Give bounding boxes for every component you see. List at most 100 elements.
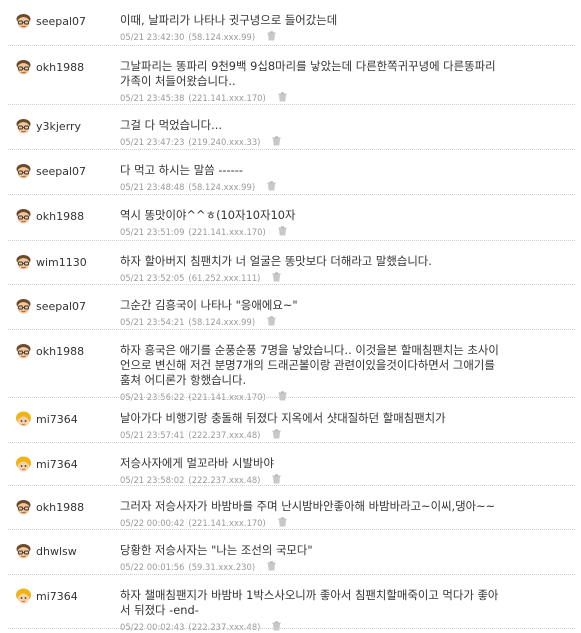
username[interactable]: okh1988: [36, 501, 84, 514]
delete-comment-icon[interactable]: [272, 136, 281, 148]
username[interactable]: okh1988: [36, 210, 84, 223]
comment-meta: 05/22 00:00:42 (221.141.xxx.170): [120, 517, 572, 529]
comment-timestamp: 05/21 23:48:48: [120, 182, 185, 192]
avatar-icon[interactable]: [15, 588, 32, 605]
comment-body: 당황한 저승사자는 "나는 조선의 국모다" 05/22 00:01:56 (59.…: [120, 543, 572, 573]
comment-body: 그순간 김흥국이 나타나 "응애에요~" 05/21 23:54:21 (58.12…: [120, 298, 572, 328]
username[interactable]: seepal07: [36, 165, 86, 178]
comment-ip: (221.141.xxx.170): [188, 227, 266, 237]
comment-body: 하자 할아버지 침팬치가 너 얼굴은 똥맛보다 더해라고 말했습니다. 05/21…: [120, 254, 572, 284]
username[interactable]: okh1988: [36, 345, 84, 358]
comment-timestamp: 05/21 23:58:02: [120, 475, 185, 485]
comment-meta: 05/21 23:47:23 (219.240.xxx.33): [120, 136, 572, 148]
username[interactable]: mi7364: [36, 458, 78, 471]
delete-comment-icon[interactable]: [278, 92, 287, 104]
username[interactable]: wim1130: [36, 256, 87, 269]
username[interactable]: y3kjerry: [36, 120, 81, 133]
comment-meta: 05/21 23:57:41 (222.237.xxx.48): [120, 429, 572, 441]
comment-body: 하자 흥국은 애기를 순풍순풍 7명을 낳았습니다.. 이것을본 할매침팬치는 …: [120, 343, 572, 403]
comment-meta: 05/22 00:02:43 (222.237.xxx.48): [120, 621, 572, 633]
comment-body: 이때, 날파리가 나타나 귓구녕으로 들어갔는데 05/21 23:42:30 (5…: [120, 13, 572, 43]
comment-text: 이때, 날파리가 나타나 귓구녕으로 들어갔는데: [120, 13, 338, 27]
avatar-icon[interactable]: [15, 456, 32, 473]
comment-body: 역시 똥맛이야^^ㅎ(10자10자10자 05/21 23:51:09 (221.1…: [120, 208, 572, 238]
comment-body: 그러자 저승사자가 바밤바를 주며 난시밤바안좋아해 바밤바라고~이씨,댕아~~…: [120, 499, 572, 529]
comment-timestamp: 05/21 23:42:30: [120, 32, 185, 42]
comment-body: 저승사자에게 멀꼬라바 시발바야 05/21 23:58:02 (222.237.x…: [120, 456, 572, 486]
comment-row: dhwlsw 당황한 저승사자는 "나는 조선의 국모다" 05/22 00:01:…: [0, 530, 581, 575]
comment-list: seepal07 이때, 날파리가 나타나 귓구녕으로 들어갔는데 05/21 23…: [0, 0, 581, 632]
comment-meta: 05/22 00:01:56 (59.31.xxx.230): [120, 561, 572, 573]
comment-text: 하자 흥국은 애기를 순풍순풍 7명을 낳았습니다.. 이것을본 할매침팬치는 …: [120, 343, 499, 387]
comment-body: 그날파리는 똥파리 9천9백 9십8마리를 낳았는데 다른한쪽귀꾸녕에 다른똥파…: [120, 59, 572, 104]
comment-body: 그걸 다 먹었습니다... 05/21 23:47:23 (219.240.xxx.…: [120, 118, 572, 148]
username[interactable]: mi7364: [36, 413, 78, 426]
comment-ip: (221.141.xxx.170): [188, 93, 266, 103]
avatar-icon[interactable]: [15, 13, 32, 30]
delete-comment-icon[interactable]: [278, 226, 287, 238]
comment-row: seepal07 이때, 날파리가 나타나 귓구녕으로 들어갔는데 05/21 23…: [0, 0, 581, 46]
avatar-icon[interactable]: [15, 543, 32, 560]
delete-comment-icon[interactable]: [272, 621, 281, 633]
avatar-icon[interactable]: [15, 59, 32, 76]
username[interactable]: okh1988: [36, 61, 84, 74]
comment-row: okh1988 하자 흥국은 애기를 순풍순풍 7명을 낳았습니다.. 이것을본 …: [0, 330, 581, 402]
comment-meta: 05/21 23:52:05 (61.252.xxx.111): [120, 272, 572, 284]
avatar-icon[interactable]: [15, 118, 32, 135]
avatar-icon[interactable]: [15, 298, 32, 315]
comment-meta: 05/21 23:45:38 (221.141.xxx.170): [120, 92, 572, 104]
username[interactable]: seepal07: [36, 300, 86, 313]
comment-timestamp: 05/22 00:01:56: [120, 562, 185, 572]
avatar-icon[interactable]: [15, 499, 32, 516]
comment-ip: (222.237.xxx.48): [188, 622, 261, 632]
comment-row: seepal07 그순간 김흥국이 나타나 "응애에요~" 05/21 23:54:…: [0, 285, 581, 330]
comment-text: 당황한 저승사자는 "나는 조선의 국모다": [120, 543, 313, 557]
delete-comment-icon[interactable]: [267, 31, 276, 43]
avatar-icon[interactable]: [15, 411, 32, 428]
comment-text: 그날파리는 똥파리 9천9백 9십8마리를 낳았는데 다른한쪽귀꾸녕에 다른똥파…: [120, 59, 496, 88]
comment-timestamp: 05/21 23:57:41: [120, 430, 185, 440]
delete-comment-icon[interactable]: [278, 517, 287, 529]
comment-meta: 05/21 23:54:21 (58.124.xxx.99): [120, 316, 572, 328]
comment-body: 하자 챌매침팬지가 바밤바 1박스사오니까 좋아서 침팬치할매죽이고 먹다가 좋…: [120, 588, 572, 633]
comment-timestamp: 05/21 23:51:09: [120, 227, 185, 237]
comment-timestamp: 05/21 23:54:21: [120, 317, 185, 327]
comment-row: y3kjerry 그걸 다 먹었습니다... 05/21 23:47:23 (219.…: [0, 105, 581, 150]
comment-text: 그러자 저승사자가 바밤바를 주며 난시밤바안좋아해 바밤바라고~이씨,댕아~~: [120, 499, 496, 513]
comment-row: mi7364 저승사자에게 멀꼬라바 시발바야 05/21 23:58:02 (222…: [0, 443, 581, 486]
comment-row: mi7364 날아가다 비행기랑 충돌해 뒤졌다 지옥에서 샷대질하던 할매침팬치…: [0, 398, 581, 443]
comment-meta: 05/21 23:51:09 (221.141.xxx.170): [120, 226, 572, 238]
comment-ip: (222.237.xxx.48): [188, 430, 261, 440]
comment-ip: (219.240.xxx.33): [188, 137, 261, 147]
avatar-icon[interactable]: [15, 343, 32, 360]
comment-timestamp: 05/21 23:47:23: [120, 137, 185, 147]
avatar-icon[interactable]: [15, 208, 32, 225]
comment-text: 그순간 김흥국이 나타나 "응애에요~": [120, 298, 298, 312]
comment-row: okh1988 역시 똥맛이야^^ㅎ(10자10자10자 05/21 23:51:0…: [0, 195, 581, 241]
comment-text: 하자 챌매침팬지가 바밤바 1박스사오니까 좋아서 침팬치할매죽이고 먹다가 좋…: [120, 588, 499, 617]
comment-ip: (59.31.xxx.230): [188, 562, 256, 572]
comment-body: 날아가다 비행기랑 충돌해 뒤졌다 지옥에서 샷대질하던 할매침팬치가 05/21…: [120, 411, 572, 441]
comment-text: 다 먹고 하시는 말씀 ------: [120, 163, 243, 177]
comment-meta: 05/21 23:48:48 (58.124.xxx.99): [120, 181, 572, 193]
comment-timestamp: 05/22 00:02:43: [120, 622, 185, 632]
comment-text: 역시 똥맛이야^^ㅎ(10자10자10자: [120, 208, 296, 222]
comment-ip: (221.141.xxx.170): [188, 518, 266, 528]
comment-text: 그걸 다 먹었습니다...: [120, 118, 222, 132]
comment-text: 하자 할아버지 침팬치가 너 얼굴은 똥맛보다 더해라고 말했습니다.: [120, 254, 432, 268]
delete-comment-icon[interactable]: [267, 561, 276, 573]
username[interactable]: seepal07: [36, 15, 86, 28]
delete-comment-icon[interactable]: [267, 181, 276, 193]
comment-row: okh1988 그러자 저승사자가 바밤바를 주며 난시밤바안좋아해 바밤바라고~…: [0, 486, 581, 530]
comment-body: 다 먹고 하시는 말씀 ------ 05/21 23:48:48 (58.124.…: [120, 163, 572, 193]
comment-timestamp: 05/21 23:52:05: [120, 273, 185, 283]
avatar-icon[interactable]: [15, 163, 32, 180]
comment-ip: (58.124.xxx.99): [188, 32, 256, 42]
username[interactable]: dhwlsw: [36, 545, 77, 558]
username[interactable]: mi7364: [36, 590, 78, 603]
delete-comment-icon[interactable]: [272, 429, 281, 441]
comment-row: wim1130 하자 할아버지 침팬치가 너 얼굴은 똥맛보다 더해라고 말했습니…: [0, 241, 581, 285]
delete-comment-icon[interactable]: [267, 316, 276, 328]
avatar-icon[interactable]: [15, 254, 32, 271]
delete-comment-icon[interactable]: [272, 272, 281, 284]
